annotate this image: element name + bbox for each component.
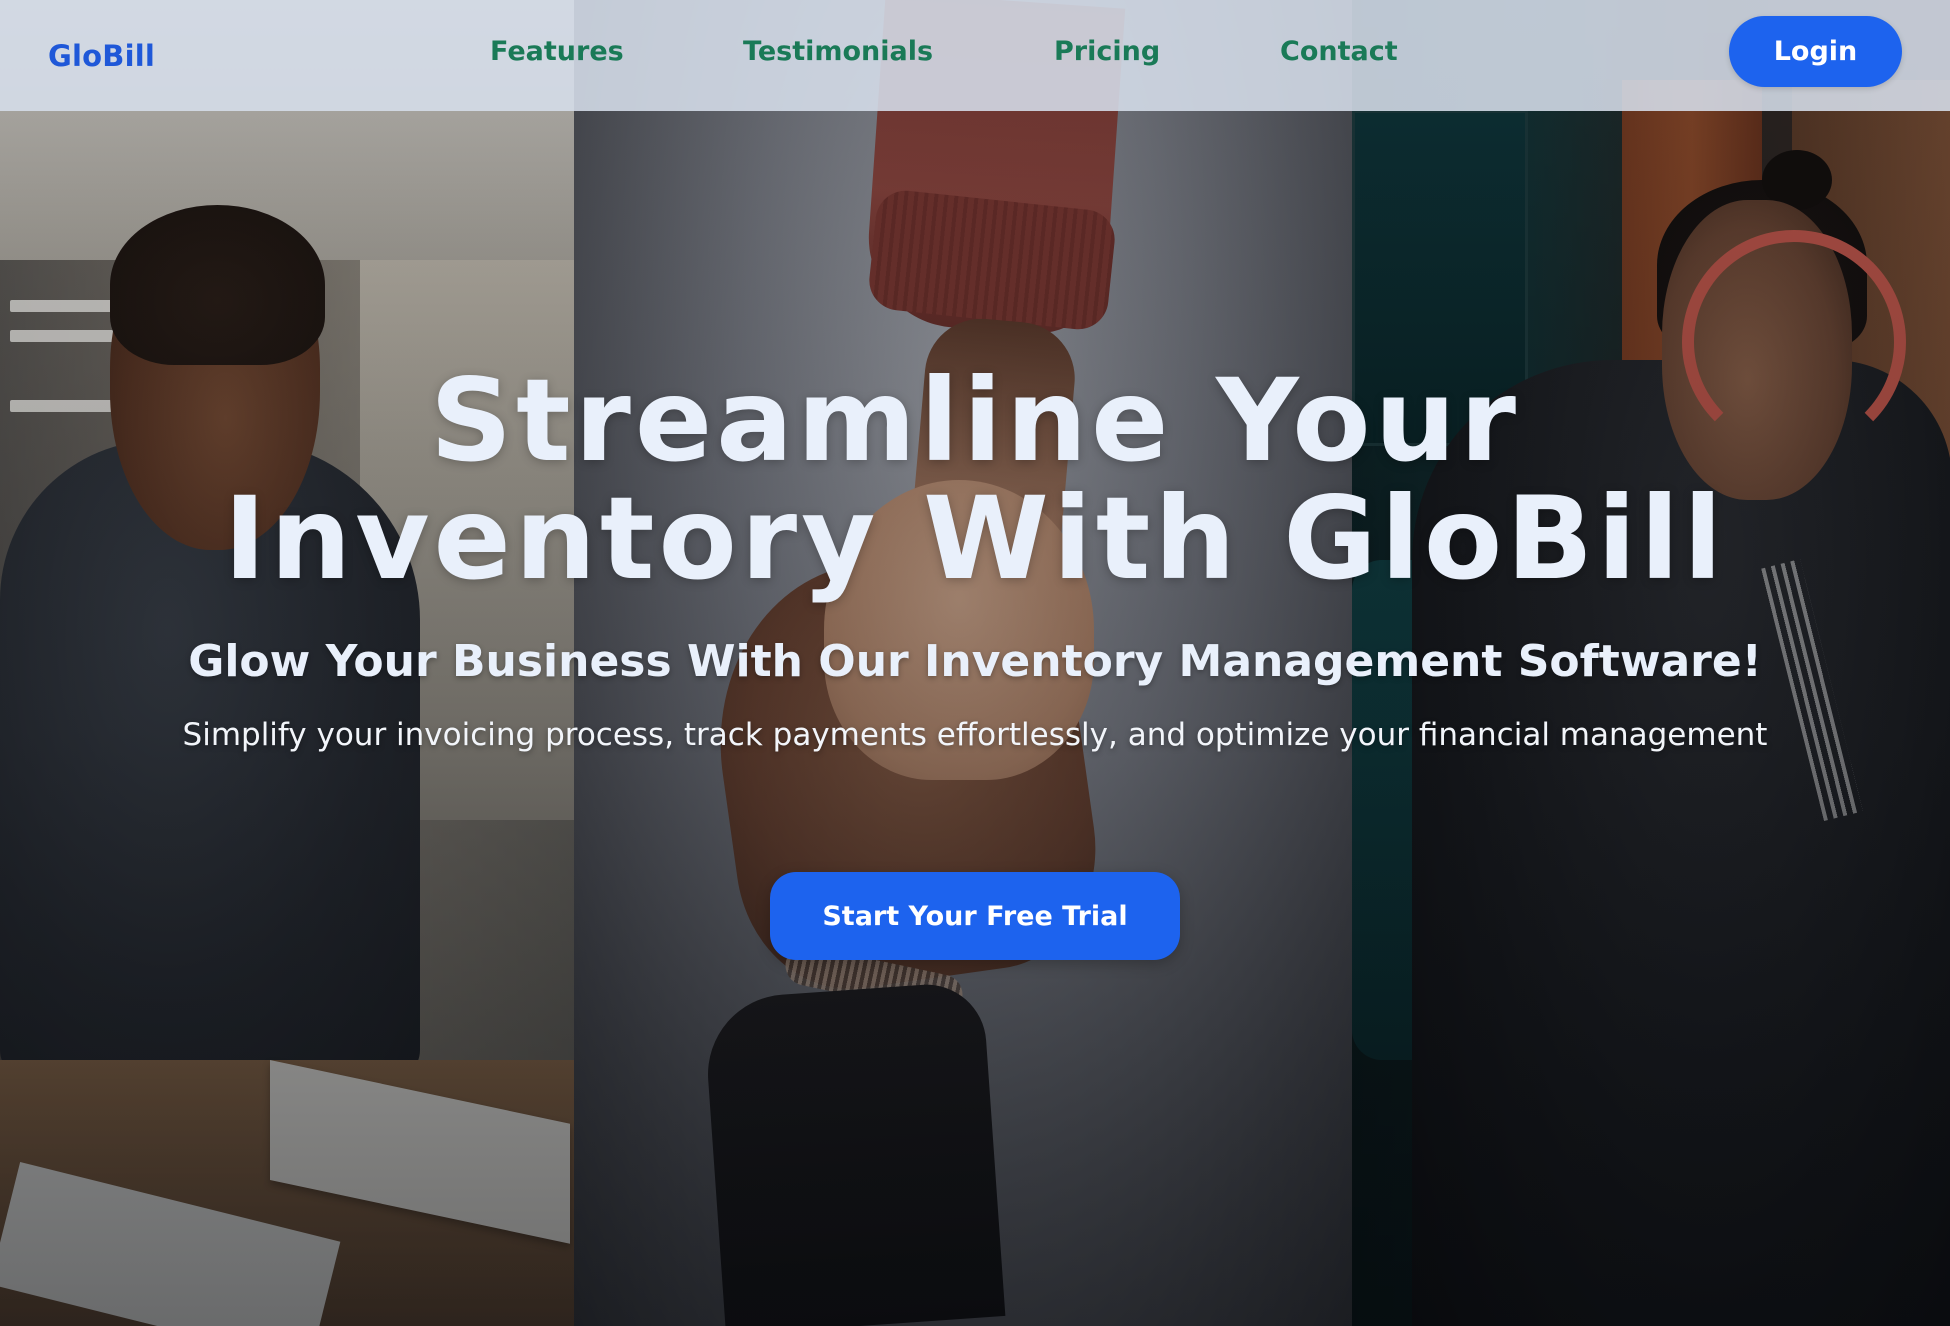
hero-description: Simplify your invoicing process, track p… xyxy=(182,717,1768,753)
nav-link-contact[interactable]: Contact xyxy=(1280,0,1398,102)
hero-title-line-1: Streamline Your xyxy=(430,354,1520,487)
nav-link-pricing[interactable]: Pricing xyxy=(1054,0,1160,102)
landing-page: GloBill Features Testimonials Pricing Co… xyxy=(0,0,1950,1326)
nav-links: Features Testimonials Pricing Contact xyxy=(0,0,1950,111)
hero-subtitle: Glow Your Business With Our Inventory Ma… xyxy=(188,636,1762,687)
login-button[interactable]: Login xyxy=(1729,16,1902,87)
nav-link-features[interactable]: Features xyxy=(490,0,624,102)
start-free-trial-button[interactable]: Start Your Free Trial xyxy=(770,872,1180,960)
hero-title-line-2: Inventory With GloBill xyxy=(223,472,1727,605)
nav-link-testimonials[interactable]: Testimonials xyxy=(743,0,933,102)
top-navbar: GloBill Features Testimonials Pricing Co… xyxy=(0,0,1950,111)
hero-title: Streamline Your Inventory With GloBill xyxy=(0,362,1950,598)
